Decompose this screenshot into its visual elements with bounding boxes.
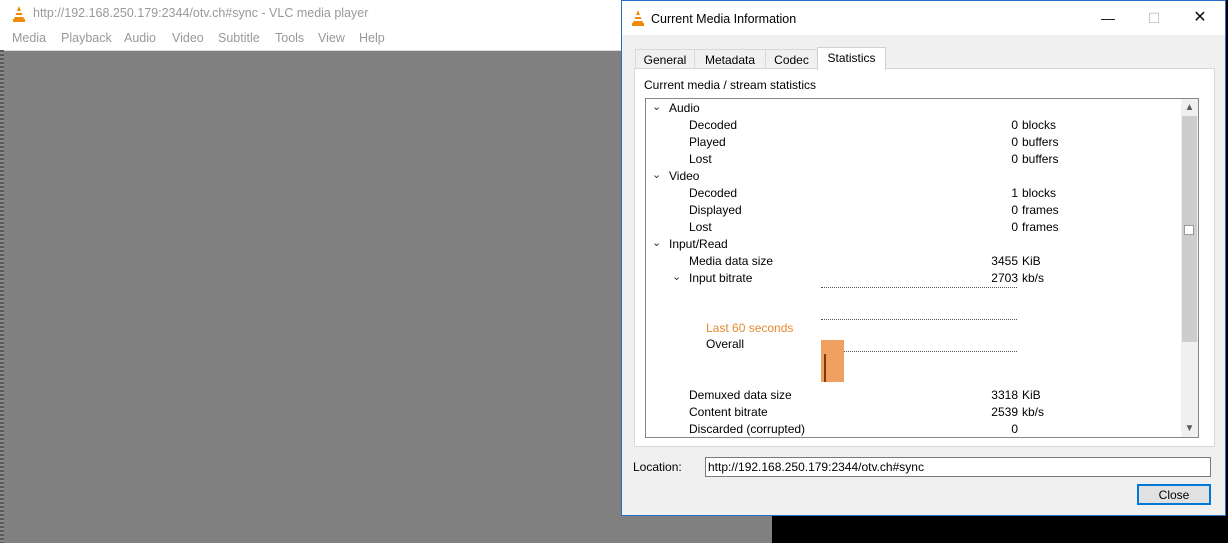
- stat-label: Demuxed data size: [689, 388, 792, 402]
- stat-value: 0: [1011, 152, 1018, 166]
- menu-subtitle[interactable]: Subtitle: [218, 31, 260, 45]
- stat-unit: kb/s: [1022, 271, 1045, 285]
- statistics-panel: Current media / stream statistics ⌄ Audi…: [634, 68, 1215, 447]
- chevron-down-icon[interactable]: ⌄: [652, 100, 661, 113]
- stat-label: Content bitrate: [689, 405, 768, 419]
- statistics-tree[interactable]: ⌄ Audio Decoded 0 blocks Played 0 buffer…: [645, 98, 1199, 438]
- legend-overall: Overall: [706, 337, 745, 351]
- stat-value: 2539: [991, 405, 1018, 419]
- tree-row[interactable]: Discarded (corrupted) 0: [646, 421, 1166, 437]
- location-input[interactable]: [705, 457, 1211, 477]
- tab-codec[interactable]: Codec: [765, 49, 818, 69]
- menu-video[interactable]: Video: [172, 31, 204, 45]
- menu-audio[interactable]: Audio: [124, 31, 156, 45]
- group-label: Input/Read: [669, 237, 728, 251]
- stat-unit: frames: [1022, 203, 1059, 217]
- stat-label: Discarded (corrupted): [689, 422, 806, 436]
- close-button[interactable]: Close: [1137, 484, 1211, 505]
- scroll-position-marker: [1184, 225, 1194, 235]
- graph-gridline: [821, 351, 1017, 352]
- stat-value: 1: [1011, 186, 1018, 200]
- panel-heading: Current media / stream statistics: [644, 78, 817, 92]
- scroll-up-arrow-icon[interactable]: ▲: [1181, 99, 1198, 116]
- graph-gridline: [821, 319, 1017, 320]
- stat-unit: KiB: [1022, 254, 1041, 268]
- dialog-title: Current Media Information: [651, 12, 797, 26]
- graph-gridline: [821, 287, 1017, 288]
- vlc-cone-icon: [12, 6, 26, 25]
- tree-row[interactable]: Displayed 0 frames: [646, 202, 1166, 219]
- stat-label: Decoded: [689, 118, 738, 132]
- stat-unit: blocks: [1022, 186, 1057, 200]
- scroll-down-arrow-icon[interactable]: ▼: [1181, 420, 1198, 437]
- tree-group-input[interactable]: ⌄ Input/Read: [646, 236, 1166, 253]
- tree-row[interactable]: Decoded 0 blocks: [646, 117, 1166, 134]
- stat-label: Displayed: [689, 203, 742, 217]
- location-label: Location:: [633, 460, 682, 474]
- tree-row[interactable]: Demuxed data size 3318 KiB: [646, 387, 1166, 404]
- chevron-down-icon[interactable]: ⌄: [652, 236, 661, 249]
- stat-value: 0: [1011, 203, 1018, 217]
- stat-label: Lost: [689, 152, 712, 166]
- stat-label: Lost: [689, 220, 712, 234]
- menu-view[interactable]: View: [318, 31, 345, 45]
- stat-unit: kb/s: [1022, 405, 1045, 419]
- stat-value: 0: [1011, 135, 1018, 149]
- vlc-window-title: http://192.168.250.179:2344/otv.ch#sync …: [33, 6, 369, 20]
- tree-group-video[interactable]: ⌄ Video: [646, 168, 1166, 185]
- stat-unit: frames: [1022, 220, 1059, 234]
- group-label: Audio: [669, 101, 700, 115]
- maximize-button[interactable]: ☐: [1131, 1, 1177, 35]
- stat-unit: blocks: [1022, 118, 1057, 132]
- close-window-button[interactable]: ✕: [1177, 1, 1223, 35]
- chevron-down-icon[interactable]: ⌄: [652, 168, 661, 181]
- tree-row[interactable]: Content bitrate 2539 kb/s: [646, 404, 1166, 421]
- stat-value: 0: [1011, 220, 1018, 234]
- stat-unit: buffers: [1022, 152, 1059, 166]
- tab-statistics[interactable]: Statistics: [817, 47, 886, 70]
- stat-value: 3318: [991, 388, 1018, 402]
- stat-label: Media data size: [689, 254, 774, 268]
- stat-unit: KiB: [1022, 388, 1041, 402]
- legend-last-60-seconds: Last 60 seconds: [706, 321, 794, 335]
- stat-label: Input bitrate: [689, 271, 753, 285]
- tab-general[interactable]: General: [635, 49, 695, 69]
- window-edge: [0, 50, 4, 543]
- tree-row[interactable]: Lost 0 frames: [646, 219, 1166, 236]
- tree-row[interactable]: Played 0 buffers: [646, 134, 1166, 151]
- stat-value: 0: [1011, 422, 1018, 436]
- stat-value: 2703: [991, 271, 1018, 285]
- minimize-button[interactable]: —: [1085, 1, 1131, 35]
- tree-row[interactable]: Media data size 3455 KiB: [646, 253, 1166, 270]
- stat-value: 0: [1011, 118, 1018, 132]
- tab-metadata[interactable]: Metadata: [694, 49, 766, 69]
- stat-value: 3455: [991, 254, 1018, 268]
- group-label: Video: [669, 169, 700, 183]
- stat-label: Decoded: [689, 186, 738, 200]
- tree-row[interactable]: Decoded 1 blocks: [646, 185, 1166, 202]
- menu-playback[interactable]: Playback: [61, 31, 112, 45]
- tree-row[interactable]: Lost 0 buffers: [646, 151, 1166, 168]
- media-info-dialog: Current Media Information — ☐ ✕ General …: [621, 0, 1226, 516]
- stat-label: Played: [689, 135, 726, 149]
- menu-media[interactable]: Media: [12, 31, 46, 45]
- dialog-titlebar[interactable]: Current Media Information — ☐ ✕: [622, 1, 1225, 35]
- graph-bar-line: [824, 354, 826, 382]
- bitrate-graph: [821, 284, 1021, 384]
- vlc-cone-icon: [631, 10, 645, 29]
- vertical-scrollbar[interactable]: ▲ ▼: [1181, 99, 1198, 437]
- menu-tools[interactable]: Tools: [275, 31, 304, 45]
- tree-group-audio[interactable]: ⌄ Audio: [646, 100, 1166, 117]
- chevron-down-icon[interactable]: ⌄: [672, 270, 681, 283]
- menu-help[interactable]: Help: [359, 31, 385, 45]
- stat-unit: buffers: [1022, 135, 1059, 149]
